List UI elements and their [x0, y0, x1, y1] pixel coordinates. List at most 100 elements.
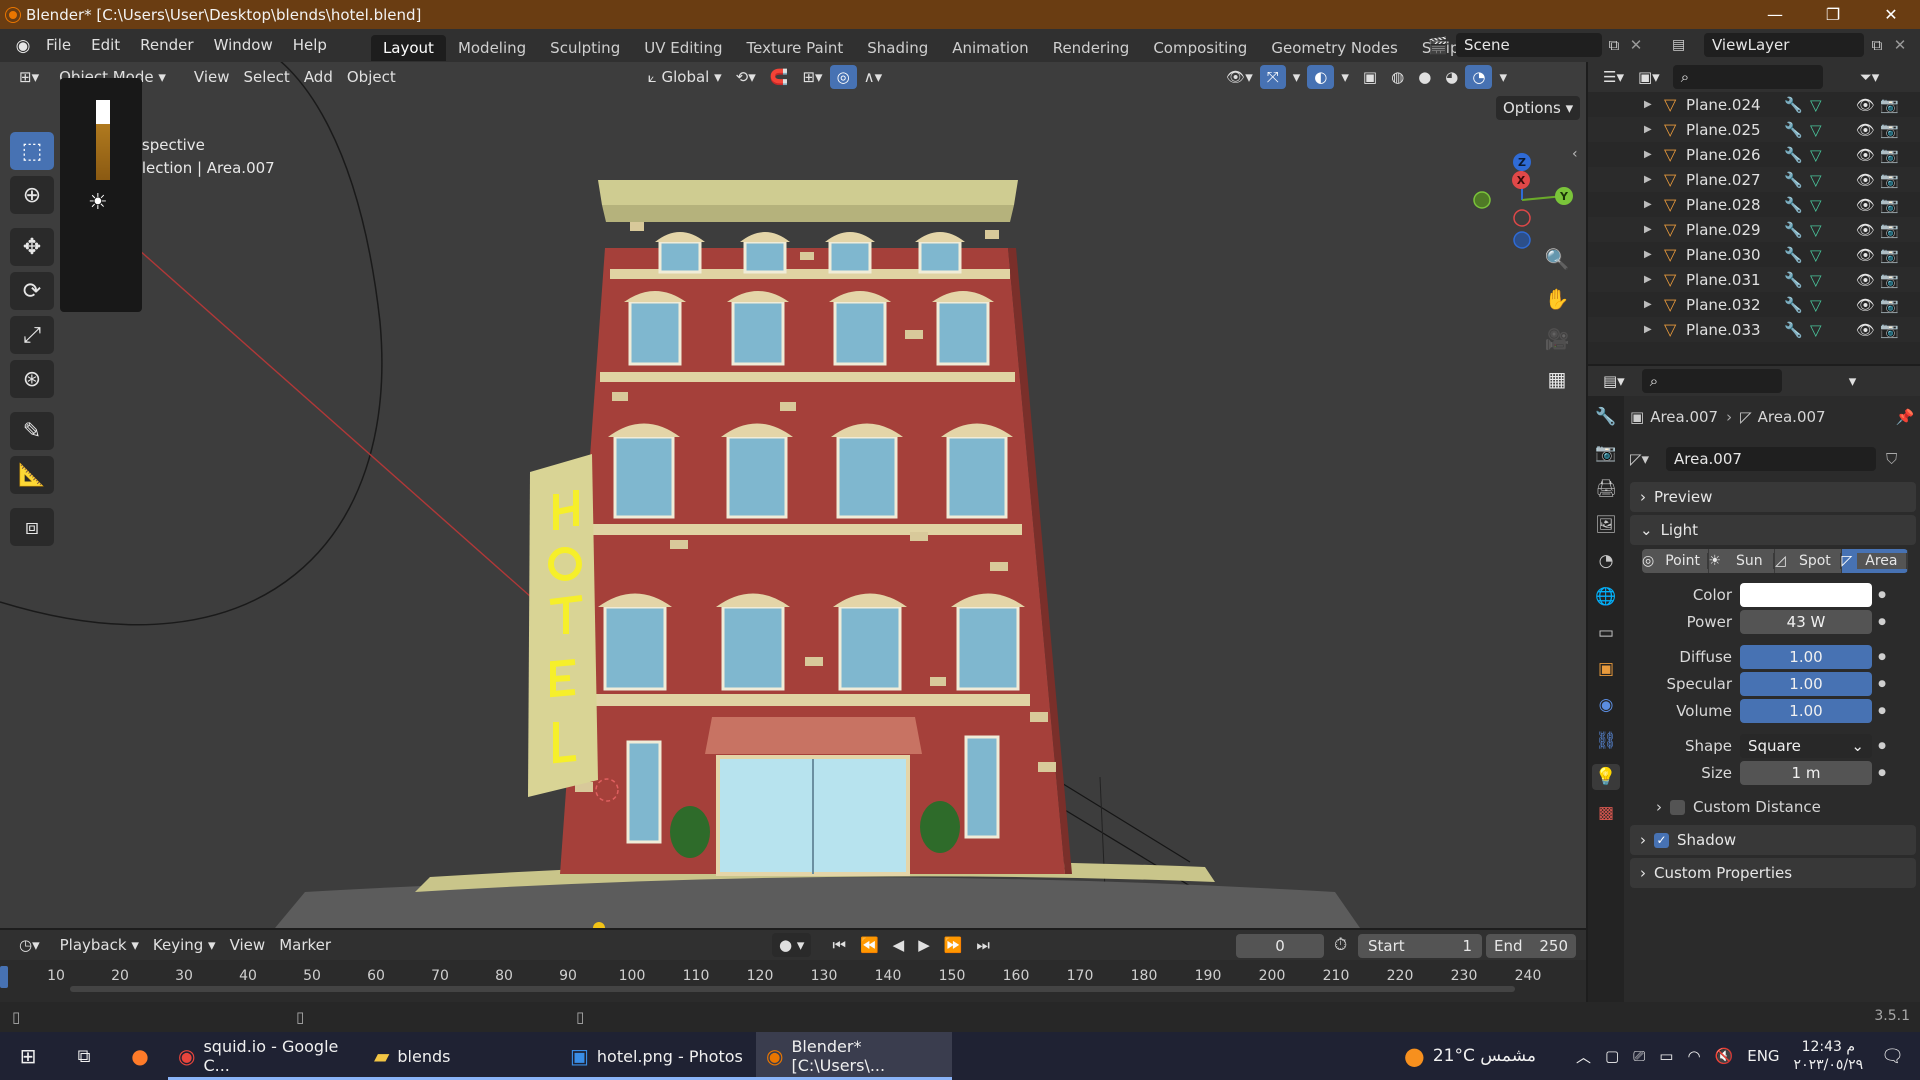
taskbar-photos[interactable]: ▣ hotel.png - Photos: [560, 1032, 756, 1080]
render-camera-icon[interactable]: 📷: [1880, 296, 1899, 314]
end-frame-field[interactable]: End 250: [1486, 934, 1576, 958]
keyframe-dot-icon[interactable]: ●: [1872, 706, 1892, 716]
camera-view-icon[interactable]: 🎥: [1540, 324, 1574, 354]
keyframe-dot-icon[interactable]: ●: [1872, 590, 1892, 600]
render-camera-icon[interactable]: 📷: [1880, 146, 1899, 164]
new-scene-icon[interactable]: ⧉: [1602, 36, 1626, 54]
menu-edit[interactable]: Edit: [81, 29, 130, 62]
clock[interactable]: 12:43 م ٢٠٢٣/٠٥/٢٩: [1794, 1038, 1864, 1074]
snap-icon[interactable]: 🧲: [763, 65, 796, 89]
menu-file[interactable]: File: [36, 29, 81, 62]
tab-shading[interactable]: Shading: [855, 35, 940, 61]
volume-slider[interactable]: 1.00: [1740, 698, 1872, 723]
tool-tab-icon[interactable]: 🔧: [1592, 404, 1620, 430]
filter-icon[interactable]: ⏷▾: [1853, 65, 1887, 89]
outliner-item-name[interactable]: Plane.032: [1686, 296, 1786, 314]
mesh-data-icon[interactable]: ▽: [1810, 296, 1822, 314]
close-button[interactable]: ✕: [1862, 0, 1920, 29]
render-camera-icon[interactable]: 📷: [1880, 221, 1899, 239]
mesh-data-icon[interactable]: ▽: [1810, 196, 1822, 214]
outliner-editor-type-icon[interactable]: ☰▾: [1596, 65, 1631, 89]
expand-arrow-icon[interactable]: ▶: [1644, 174, 1664, 185]
fake-user-shield-icon[interactable]: ⛉: [1886, 450, 1897, 468]
modifier-wrench-icon[interactable]: 🔧: [1784, 321, 1803, 339]
expand-arrow-icon[interactable]: ▶: [1644, 199, 1664, 210]
pan-hand-icon[interactable]: ✋: [1540, 284, 1574, 314]
modifier-wrench-icon[interactable]: 🔧: [1784, 296, 1803, 314]
annotate-tool-icon[interactable]: ✎: [10, 412, 54, 450]
taskbar-chrome[interactable]: ◉ squid.io - Google C...: [168, 1032, 364, 1080]
3d-viewport[interactable]: ⊞▾ Object Mode ▾ View Select Add Object …: [0, 62, 1586, 928]
taskbar-blender[interactable]: ◉ Blender* [C:\Users\...: [756, 1032, 952, 1080]
object-tab-icon[interactable]: ▣: [1592, 656, 1620, 682]
modifier-wrench-icon[interactable]: 🔧: [1784, 121, 1803, 139]
notifications-icon[interactable]: 🗨: [1881, 1046, 1904, 1067]
timeline-ruler[interactable]: 10 20 30 40 50 60 70 80 90 100 110 120 130 140 150 160 1…: [0, 960, 1586, 992]
expand-arrow-icon[interactable]: ▶: [1644, 149, 1664, 160]
timeline-editor-type-icon[interactable]: ◷▾: [12, 933, 47, 957]
start-frame-field[interactable]: Start 1: [1358, 934, 1482, 958]
timeline-menu-marker[interactable]: Marker: [272, 933, 338, 957]
shadow-checkbox[interactable]: ✓: [1654, 832, 1669, 848]
ortho-grid-icon[interactable]: ▦: [1540, 364, 1574, 394]
visibility-eye-icon[interactable]: 👁: [1856, 171, 1875, 189]
wifi-icon[interactable]: ◠: [1687, 1047, 1700, 1065]
light-type-point[interactable]: ◎ Point: [1642, 549, 1709, 573]
custom-distance-checkbox[interactable]: [1670, 799, 1685, 815]
zoom-icon[interactable]: 🔍: [1540, 244, 1574, 274]
snap-target-icon[interactable]: ⊞▾: [795, 65, 829, 89]
expand-arrow-icon[interactable]: ▶: [1644, 249, 1664, 260]
xray-toggle-icon[interactable]: ▣: [1356, 65, 1384, 89]
tab-sculpting[interactable]: Sculpting: [538, 35, 632, 61]
jump-end-icon[interactable]: ⏭: [969, 933, 997, 957]
overlays-dropdown-icon[interactable]: ▾: [1334, 65, 1356, 89]
timeline-menu-keying[interactable]: Keying ▾: [146, 933, 223, 957]
taskbar-explorer[interactable]: ▰ blends: [364, 1032, 560, 1080]
visibility-eye-icon[interactable]: 👁: [1856, 221, 1875, 239]
outliner-item-name[interactable]: Plane.031: [1686, 271, 1786, 289]
tray-capture-icon[interactable]: ⎚: [1633, 1047, 1645, 1065]
weather-icon[interactable]: ●: [1404, 1042, 1425, 1070]
start-button-icon[interactable]: ⊞: [0, 1032, 56, 1080]
preview-panel-header[interactable]: › Preview: [1630, 482, 1916, 512]
visibility-eye-icon[interactable]: 👁: [1856, 196, 1875, 214]
light-type-spot[interactable]: ◿ Spot: [1775, 549, 1842, 573]
mesh-data-icon[interactable]: ▽: [1810, 96, 1822, 114]
output-tab-icon[interactable]: 🖨: [1592, 476, 1620, 502]
editor-type-icon[interactable]: ⊞▾: [12, 65, 46, 89]
visibility-icon[interactable]: 👁▾: [1219, 65, 1260, 89]
custom-distance-subpanel[interactable]: › Custom Distance: [1630, 792, 1916, 822]
outliner-row[interactable]: ▶ ▽ Plane.027 🔧 ▽ 👁 📷: [1588, 167, 1920, 192]
shape-dropdown[interactable]: Square ⌄: [1740, 733, 1872, 758]
blender-menu-icon[interactable]: ◉: [10, 36, 36, 56]
constraints-tab-icon[interactable]: ⛓: [1592, 728, 1620, 754]
keyframe-dot-icon[interactable]: ●: [1872, 768, 1892, 778]
modifier-wrench-icon[interactable]: 🔧: [1784, 171, 1803, 189]
light-type-sun[interactable]: ☀ Sun: [1708, 549, 1775, 573]
modifier-wrench-icon[interactable]: 🔧: [1784, 196, 1803, 214]
gizmo-dropdown-icon[interactable]: ▾: [1286, 65, 1308, 89]
modifier-wrench-icon[interactable]: 🔧: [1784, 146, 1803, 164]
light-color-swatch[interactable]: [1740, 582, 1872, 607]
outliner-row[interactable]: ▶ ▽ Plane.031 🔧 ▽ 👁 📷: [1588, 267, 1920, 292]
outliner-item-name[interactable]: Plane.027: [1686, 171, 1786, 189]
render-camera-icon[interactable]: 📷: [1880, 321, 1899, 339]
tab-layout[interactable]: Layout: [370, 34, 446, 61]
tray-app-icon[interactable]: ▢: [1605, 1047, 1619, 1065]
datablock-type-icon[interactable]: ◸▾: [1630, 450, 1666, 468]
texture-tab-icon[interactable]: ▩: [1592, 800, 1620, 826]
mesh-data-icon[interactable]: ▽: [1810, 221, 1822, 239]
modifier-wrench-icon[interactable]: 🔧: [1784, 246, 1803, 264]
add-cube-tool-icon[interactable]: ⧈: [10, 508, 54, 546]
custom-properties-panel-header[interactable]: › Custom Properties: [1630, 858, 1916, 888]
navigation-gizmo[interactable]: Z X Y: [1472, 140, 1582, 256]
menu-object[interactable]: Object: [340, 65, 403, 89]
properties-search-input[interactable]: ⌕: [1641, 369, 1782, 393]
outliner-row[interactable]: ▶ ▽ Plane.029 🔧 ▽ 👁 📷: [1588, 217, 1920, 242]
render-camera-icon[interactable]: 📷: [1880, 121, 1899, 139]
properties-options-icon[interactable]: ▾: [1842, 369, 1864, 393]
visibility-eye-icon[interactable]: 👁: [1856, 96, 1875, 114]
expand-arrow-icon[interactable]: ▶: [1644, 124, 1664, 135]
jump-keyframe-forward-icon[interactable]: ⏩: [937, 933, 970, 957]
proportional-edit-icon[interactable]: ◎: [829, 65, 857, 89]
